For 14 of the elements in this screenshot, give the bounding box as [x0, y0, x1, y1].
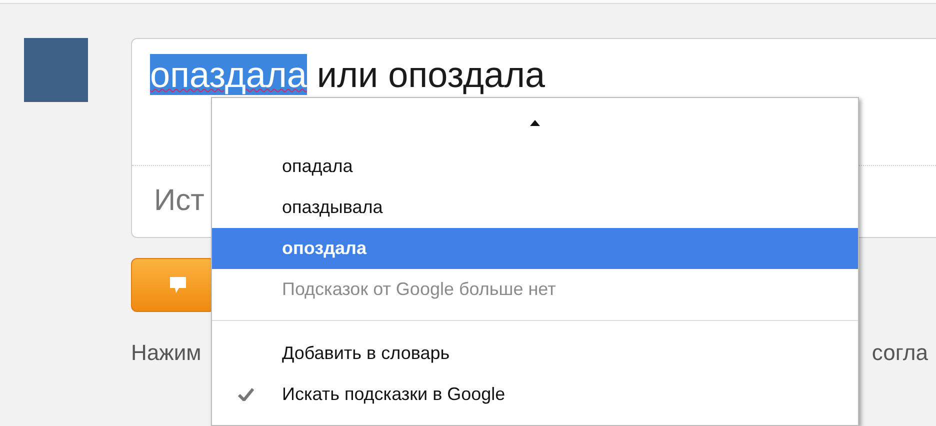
- selected-text: опаздала: [150, 54, 307, 95]
- footer-text: согла: [872, 340, 928, 366]
- input-text: или опоздала: [316, 54, 546, 95]
- menu-item[interactable]: опоздала: [212, 228, 858, 269]
- footer-text: Нажим: [131, 340, 202, 366]
- speech-bubble-icon: [169, 276, 187, 294]
- menu-item[interactable]: опадала: [212, 146, 858, 187]
- menu-item[interactable]: Добавить в словарь: [212, 333, 858, 374]
- menu-item[interactable]: Искать подсказки в Google: [212, 374, 858, 415]
- input-text: Ист: [154, 184, 204, 217]
- menu-hint-text: Подсказок от Google больше нет: [281, 278, 557, 301]
- avatar-photo-placeholder: [24, 38, 88, 102]
- scroll-up-arrow-icon[interactable]: [530, 120, 540, 126]
- menu-item[interactable]: опаздывала: [212, 187, 858, 228]
